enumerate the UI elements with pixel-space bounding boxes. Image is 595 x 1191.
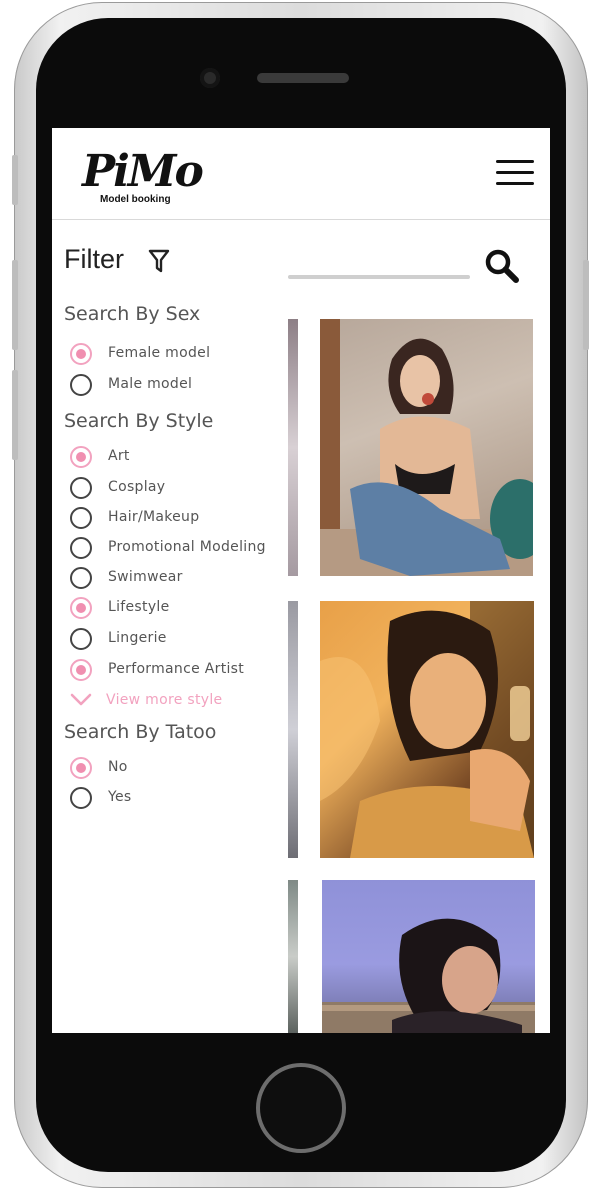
radio-button[interactable] bbox=[70, 537, 92, 559]
filter-title: Filter bbox=[64, 244, 124, 274]
radio-button[interactable] bbox=[70, 597, 92, 619]
radio-button[interactable] bbox=[70, 628, 92, 650]
search-icon[interactable] bbox=[484, 248, 520, 284]
option-label: Art bbox=[108, 448, 130, 464]
option-swimwear[interactable]: Swimwear bbox=[70, 566, 290, 590]
option-no[interactable]: No bbox=[70, 756, 290, 780]
logo-text: PiMo bbox=[82, 146, 204, 197]
option-promotional-modeling[interactable]: Promotional Modeling bbox=[70, 536, 290, 560]
section-title-style: Search By Style bbox=[64, 410, 214, 432]
model-photo-image bbox=[320, 319, 533, 576]
option-hair-makeup[interactable]: Hair/Makeup bbox=[70, 506, 290, 530]
radio-button[interactable] bbox=[70, 374, 92, 396]
model-photo[interactable] bbox=[322, 880, 535, 1033]
option-lingerie[interactable]: Lingerie bbox=[70, 627, 290, 651]
photo-thumbnail-partial[interactable] bbox=[288, 880, 298, 1033]
radio-button[interactable] bbox=[70, 343, 92, 365]
model-photo[interactable] bbox=[320, 601, 534, 858]
hamburger-icon[interactable] bbox=[496, 158, 536, 188]
model-photo[interactable] bbox=[320, 319, 533, 576]
option-label: Swimwear bbox=[108, 569, 183, 585]
option-label: No bbox=[108, 759, 128, 775]
option-label: Promotional Modeling bbox=[108, 539, 266, 555]
radio-button[interactable] bbox=[70, 446, 92, 468]
option-label: Lifestyle bbox=[108, 599, 170, 615]
radio-button[interactable] bbox=[70, 787, 92, 809]
side-button bbox=[12, 155, 18, 205]
option-yes[interactable]: Yes bbox=[70, 786, 290, 810]
option-performance-artist[interactable]: Performance Artist bbox=[70, 658, 290, 682]
option-label: Lingerie bbox=[108, 630, 167, 646]
funnel-icon[interactable] bbox=[148, 248, 170, 274]
photo-thumbnail-partial[interactable] bbox=[288, 319, 298, 576]
radio-button[interactable] bbox=[70, 757, 92, 779]
front-camera bbox=[200, 68, 220, 88]
option-label: Hair/Makeup bbox=[108, 509, 200, 525]
radio-button[interactable] bbox=[70, 507, 92, 529]
view-more-label: View more style bbox=[106, 692, 223, 708]
option-female-model[interactable]: Female model bbox=[70, 342, 290, 366]
option-label: Performance Artist bbox=[108, 661, 245, 677]
chevron-down-icon bbox=[70, 693, 92, 706]
section-title-sex: Search By Sex bbox=[64, 303, 201, 325]
option-cosplay[interactable]: Cosplay bbox=[70, 476, 290, 500]
volume-up-button bbox=[12, 260, 18, 350]
option-lifestyle[interactable]: Lifestyle bbox=[70, 596, 290, 620]
model-photo-image bbox=[320, 601, 534, 858]
search-input[interactable] bbox=[288, 275, 470, 279]
app-header: PiMo Model booking bbox=[52, 128, 550, 220]
photo-thumbnail-partial[interactable] bbox=[288, 601, 298, 858]
app-screen: PiMo Model booking Filter Search By Sex … bbox=[52, 128, 550, 1033]
option-male-model[interactable]: Male model bbox=[70, 373, 290, 397]
model-photo-image bbox=[322, 918, 535, 1033]
radio-button[interactable] bbox=[70, 477, 92, 499]
option-label: Male model bbox=[108, 376, 193, 392]
option-label: Yes bbox=[108, 789, 132, 805]
radio-button[interactable] bbox=[70, 659, 92, 681]
logo-subtitle: Model booking bbox=[100, 194, 171, 205]
view-more-style-link[interactable]: View more style bbox=[70, 690, 290, 712]
option-art[interactable]: Art bbox=[70, 445, 290, 469]
home-button[interactable] bbox=[256, 1063, 346, 1153]
option-label: Cosplay bbox=[108, 479, 166, 495]
radio-button[interactable] bbox=[70, 567, 92, 589]
speaker-grille bbox=[257, 73, 349, 83]
logo[interactable]: PiMo Model booking bbox=[82, 146, 207, 208]
power-button bbox=[583, 260, 589, 350]
section-title-tatoo: Search By Tatoo bbox=[64, 721, 217, 743]
volume-down-button bbox=[12, 370, 18, 460]
option-label: Female model bbox=[108, 345, 211, 361]
